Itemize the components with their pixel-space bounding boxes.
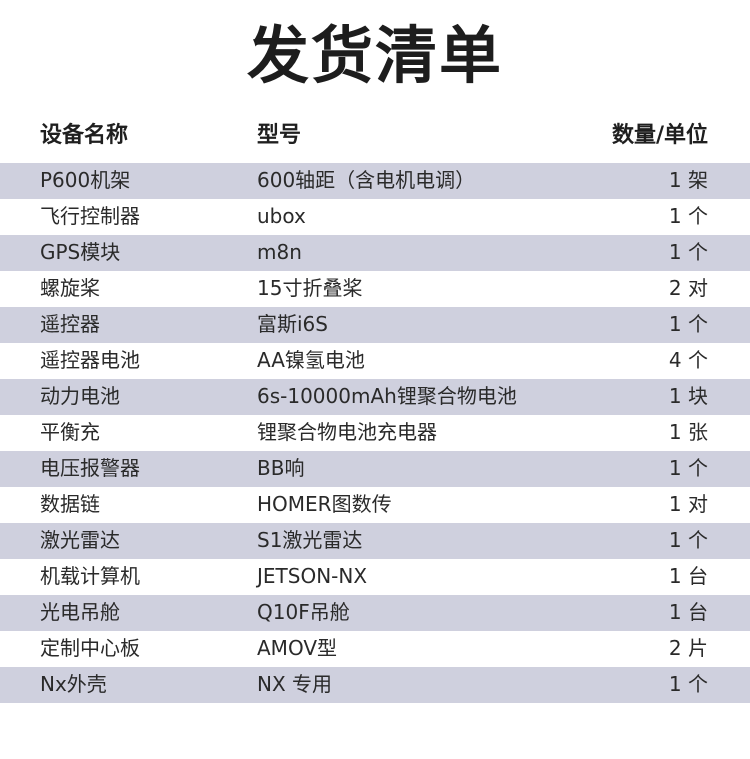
item-name: P600机架 <box>40 168 131 192</box>
item-model: BB响 <box>257 456 305 480</box>
item-name: 飞行控制器 <box>40 204 140 228</box>
item-qty: 1 个 <box>668 204 708 228</box>
table-row: P600机架 600轴距（含电机电调） 1 架 <box>0 163 750 199</box>
item-name: 光电吊舱 <box>40 600 120 624</box>
item-qty: 2 片 <box>668 636 708 660</box>
item-model: HOMER图数传 <box>257 492 392 516</box>
item-qty: 1 块 <box>668 384 708 408</box>
item-name: 平衡充 <box>40 420 100 444</box>
table-row: 定制中心板 AMOV型 2 片 <box>0 631 750 667</box>
table-header: 设备名称 型号 数量/单位 <box>0 116 750 156</box>
table-row: Nx外壳 NX 专用 1 个 <box>0 667 750 703</box>
table-row: 光电吊舱 Q10F吊舱 1 台 <box>0 595 750 631</box>
item-name: 螺旋桨 <box>40 276 100 300</box>
item-model: ubox <box>257 204 306 228</box>
item-model: AMOV型 <box>257 636 338 660</box>
item-name: Nx外壳 <box>40 672 107 696</box>
header-model: 型号 <box>257 123 302 148</box>
item-qty: 1 架 <box>668 168 708 192</box>
item-qty: 2 对 <box>668 276 708 300</box>
table-row: 遥控器电池 AA镍氢电池 4 个 <box>0 343 750 379</box>
item-model: 锂聚合物电池充电器 <box>257 420 437 444</box>
item-model: m8n <box>257 240 302 264</box>
table-row: 平衡充 锂聚合物电池充电器 1 张 <box>0 415 750 451</box>
table-row: 激光雷达 S1激光雷达 1 个 <box>0 523 750 559</box>
item-qty: 1 个 <box>668 240 708 264</box>
item-model: 6s-10000mAh锂聚合物电池 <box>257 384 517 408</box>
header-name: 设备名称 <box>40 123 129 148</box>
item-model: AA镍氢电池 <box>257 348 365 372</box>
item-name: 电压报警器 <box>40 456 140 480</box>
table-row: 遥控器 富斯i6S 1 个 <box>0 307 750 343</box>
table-row: 电压报警器 BB响 1 个 <box>0 451 750 487</box>
item-model: 富斯i6S <box>257 312 328 336</box>
item-qty: 1 个 <box>668 456 708 480</box>
item-qty: 1 对 <box>668 492 708 516</box>
table-row: 机载计算机 JETSON-NX 1 台 <box>0 559 750 595</box>
shipping-list-table: P600机架 600轴距（含电机电调） 1 架 飞行控制器 ubox 1 个 G… <box>0 163 750 703</box>
item-model: Q10F吊舱 <box>257 600 350 624</box>
table-row: GPS模块 m8n 1 个 <box>0 235 750 271</box>
item-name: 激光雷达 <box>40 528 120 552</box>
item-model: S1激光雷达 <box>257 528 363 552</box>
item-qty: 1 台 <box>668 600 708 624</box>
item-name: 数据链 <box>40 492 100 516</box>
item-name: 动力电池 <box>40 384 120 408</box>
item-name: 机载计算机 <box>40 564 140 588</box>
item-name: 遥控器电池 <box>40 348 140 372</box>
item-name: 定制中心板 <box>40 636 140 660</box>
item-qty: 1 个 <box>668 312 708 336</box>
table-row: 螺旋桨 15寸折叠桨 2 对 <box>0 271 750 307</box>
item-name: GPS模块 <box>40 240 121 264</box>
item-qty: 1 张 <box>668 420 708 444</box>
item-qty: 1 台 <box>668 564 708 588</box>
item-qty: 1 个 <box>668 528 708 552</box>
table-row: 动力电池 6s-10000mAh锂聚合物电池 1 块 <box>0 379 750 415</box>
page-title: 发货清单 <box>246 19 503 92</box>
header-qty: 数量/单位 <box>611 123 708 148</box>
item-name: 遥控器 <box>40 312 100 336</box>
item-model: NX 专用 <box>257 672 333 696</box>
table-row: 飞行控制器 ubox 1 个 <box>0 199 750 235</box>
item-model: JETSON-NX <box>257 564 368 588</box>
item-model: 15寸折叠桨 <box>257 276 363 300</box>
table-row: 数据链 HOMER图数传 1 对 <box>0 487 750 523</box>
item-qty: 4 个 <box>668 348 708 372</box>
item-qty: 1 个 <box>668 672 708 696</box>
item-model: 600轴距（含电机电调） <box>257 168 476 192</box>
